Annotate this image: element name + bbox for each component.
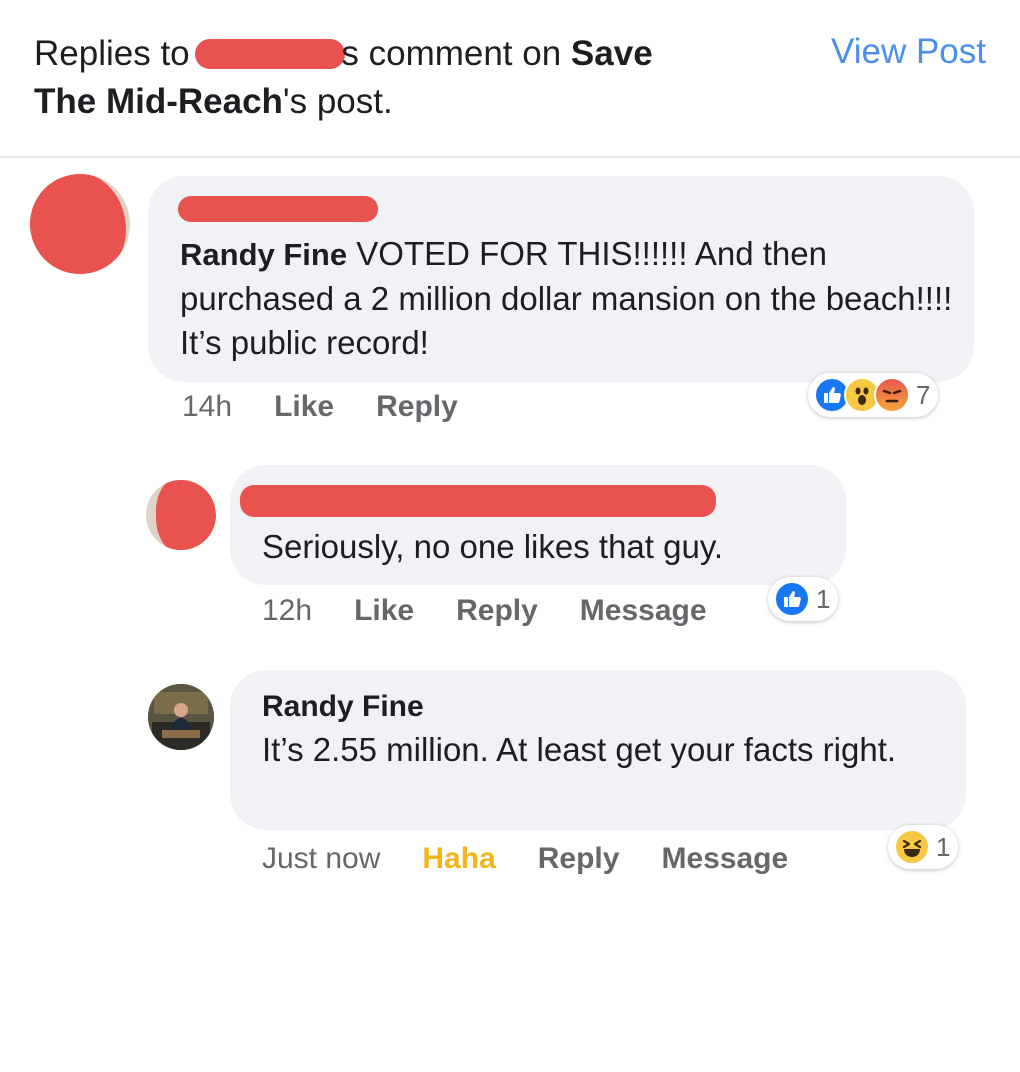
comment-bubble: Seriously, no one likes that guy.: [230, 465, 846, 585]
comment-actions: 12h Like Reply Message: [262, 594, 749, 628]
reaction-count: 7: [916, 379, 931, 410]
page-name-link[interactable]: Save: [571, 34, 653, 73]
comment-timestamp[interactable]: 14h: [182, 390, 232, 424]
page-name-link-2[interactable]: The Mid-Reach: [34, 82, 283, 121]
avatar[interactable]: [148, 684, 214, 750]
comment-timestamp[interactable]: Just now: [262, 842, 380, 876]
redacted-author-name: [240, 485, 716, 517]
message-button[interactable]: Message: [661, 842, 788, 876]
header-prefix: Replies to: [34, 34, 200, 73]
message-button[interactable]: Message: [580, 594, 707, 628]
replies-header: Replies to s comment on Save The Mid-Rea…: [0, 0, 1020, 158]
reactions-summary[interactable]: 1: [768, 577, 839, 621]
reply-button[interactable]: Reply: [376, 390, 458, 424]
header-title: Replies to s comment on Save The Mid-Rea…: [34, 30, 754, 126]
mentioned-profile-link[interactable]: Randy Fine: [180, 237, 347, 272]
comment-bubble: Randy Fine It’s 2.55 million. At least g…: [230, 670, 966, 830]
reply-button[interactable]: Reply: [456, 594, 538, 628]
like-icon: [774, 581, 810, 617]
redacted-author-name: [178, 196, 378, 222]
comment-actions: Just now Haha Reply Message: [262, 842, 830, 876]
reply-button[interactable]: Reply: [538, 842, 620, 876]
avatar[interactable]: [30, 174, 130, 274]
haha-reaction-button[interactable]: Haha: [422, 842, 495, 876]
reactions-summary[interactable]: 1: [888, 825, 959, 869]
avatar[interactable]: [146, 480, 216, 550]
like-button[interactable]: Like: [354, 594, 414, 628]
header-post-suffix: 's post.: [282, 82, 393, 121]
redacted-commenter-name: [195, 39, 346, 69]
avatar-photo: [148, 684, 214, 750]
reaction-count: 1: [936, 831, 951, 862]
view-post-link[interactable]: View Post: [831, 30, 986, 74]
reactions-summary[interactable]: 7: [808, 373, 939, 417]
like-button[interactable]: Like: [274, 390, 334, 424]
comment-text: Randy Fine VOTED FOR THIS!!!!!! And then…: [180, 232, 960, 365]
comment-bubble: Randy Fine VOTED FOR THIS!!!!!! And then…: [148, 176, 974, 382]
comment-body: Seriously, no one likes that guy.: [262, 528, 724, 565]
comment-body: It’s 2.55 million. At least get your fac…: [262, 731, 897, 768]
comment-timestamp[interactable]: 12h: [262, 594, 312, 628]
reaction-count: 1: [816, 583, 831, 614]
haha-icon: [894, 829, 930, 865]
comment-actions: 14h Like Reply: [182, 390, 500, 424]
comment-author[interactable]: Randy Fine: [262, 690, 424, 724]
angry-icon: [874, 377, 910, 413]
header-suffix: s comment on: [341, 34, 571, 73]
